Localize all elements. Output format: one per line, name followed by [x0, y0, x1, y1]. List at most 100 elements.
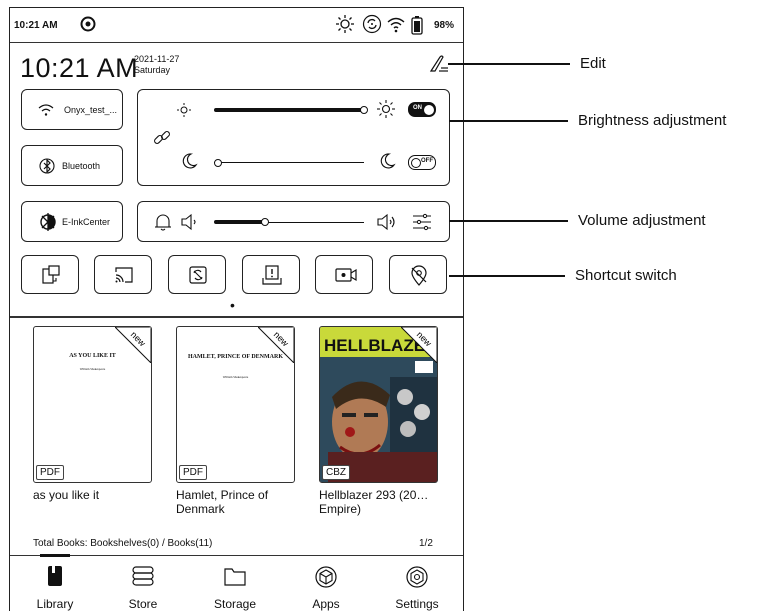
- cold-light-toggle[interactable]: OFF: [408, 155, 436, 170]
- nav-label: Apps: [312, 597, 340, 611]
- nav-label: Storage: [213, 597, 257, 611]
- book-cover-comic[interactable]: HELLBLAZER new CBZ: [319, 326, 438, 483]
- sound-settings-icon[interactable]: [412, 213, 432, 231]
- einkcenter-label: E-InkCenter: [62, 217, 111, 227]
- wifi-status-icon: [386, 14, 406, 34]
- nav-storage[interactable]: Storage: [205, 563, 265, 611]
- speaker-high-icon: [376, 213, 398, 231]
- bluetooth-icon: [39, 156, 55, 176]
- volume-slider[interactable]: [214, 218, 364, 226]
- book-title[interactable]: Hellblazer 293 (20… Empire): [319, 488, 449, 516]
- brightness-low-icon: [176, 102, 192, 118]
- brightness-high-icon: [376, 99, 396, 119]
- panel-divider: [10, 316, 463, 318]
- nav-label: Store: [128, 597, 158, 611]
- cold-high-moon-icon: [378, 152, 396, 170]
- shortcut-location-button[interactable]: [389, 255, 447, 294]
- format-badge: CBZ: [322, 465, 350, 480]
- nav-store[interactable]: Store: [113, 563, 173, 611]
- bell-icon[interactable]: [154, 212, 172, 232]
- edit-callout-label: Edit: [580, 55, 606, 72]
- warm-light-slider[interactable]: [214, 106, 368, 114]
- nav-divider: [10, 555, 463, 556]
- cold-light-knob[interactable]: [214, 158, 222, 167]
- brightness-panel: ON OFF: [137, 89, 450, 186]
- new-corner-ribbon: new: [115, 327, 151, 363]
- shortcut-feedback-button[interactable]: [242, 255, 300, 294]
- edit-icon[interactable]: [428, 54, 450, 74]
- new-corner-ribbon: new: [401, 327, 437, 363]
- settings-icon: [406, 566, 428, 588]
- warm-light-toggle[interactable]: ON: [408, 102, 436, 117]
- battery-percent: 98%: [434, 20, 455, 31]
- cold-low-moon-icon: [180, 152, 198, 170]
- shortcut-callout-label: Shortcut switch: [575, 267, 677, 284]
- device-screen: 10:21 AM 98% 10:21 AM 2021-11-27 Saturda…: [9, 7, 464, 611]
- new-corner-ribbon: new: [258, 327, 294, 363]
- status-bar: 10:21 AM 98%: [10, 8, 463, 43]
- page-indicator-dot: •: [230, 297, 235, 313]
- page-number: 1/2: [419, 538, 433, 549]
- einkcenter-tile[interactable]: E-InkCenter: [21, 201, 123, 242]
- volume-knob[interactable]: [260, 218, 269, 226]
- cover-author: William Shakespeare: [79, 367, 106, 371]
- battery-icon: [411, 15, 423, 35]
- cast-icon: [114, 266, 134, 284]
- link-icon[interactable]: [152, 128, 172, 148]
- sync-app-icon: [80, 16, 96, 32]
- warm-toggle-knob: [424, 104, 434, 115]
- nav-label: Library: [36, 597, 74, 611]
- refresh-mode-icon: [188, 265, 208, 285]
- shortcut-screen-record-button[interactable]: [315, 255, 373, 294]
- shortcut-callout-line: [449, 275, 565, 277]
- nav-settings[interactable]: Settings: [387, 563, 447, 611]
- sync-status-icon: [362, 14, 382, 34]
- format-badge: PDF: [179, 465, 207, 480]
- shortcut-cast-button[interactable]: [94, 255, 152, 294]
- day-text: Saturday: [134, 65, 171, 75]
- wifi-label: Onyx_test_...: [64, 105, 118, 115]
- brightness-status-icon: [335, 14, 355, 34]
- book-title[interactable]: Hamlet, Prince of Denmark: [176, 488, 306, 516]
- book-cover[interactable]: AS YOU LIKE IT William Shakespeare new P…: [33, 326, 152, 483]
- book-title[interactable]: as you like it: [33, 488, 158, 502]
- shortcut-rotate-button[interactable]: [21, 255, 79, 294]
- location-off-icon: [409, 265, 429, 287]
- brightness-callout-label: Brightness adjustment: [578, 112, 727, 129]
- clock-time: 10:21 AM: [20, 53, 139, 83]
- cold-light-slider[interactable]: [214, 158, 364, 167]
- date-block: 2021-11-27 Saturday: [134, 54, 179, 76]
- wifi-icon: [38, 103, 54, 117]
- store-icon: [132, 566, 154, 586]
- nav-apps[interactable]: Apps: [296, 563, 356, 611]
- format-badge: PDF: [36, 465, 64, 480]
- bluetooth-label: Bluetooth: [62, 161, 101, 171]
- einkcenter-icon: [38, 212, 58, 232]
- cover-author: William Shakespeare: [222, 375, 249, 379]
- speaker-low-icon: [180, 213, 200, 231]
- status-time: 10:21 AM: [14, 20, 58, 31]
- bluetooth-tile[interactable]: Bluetooth: [21, 145, 123, 186]
- cold-toggle-label: OFF: [421, 158, 433, 164]
- brightness-callout-line: [449, 120, 568, 122]
- screen-record-icon: [335, 267, 357, 283]
- wifi-tile[interactable]: Onyx_test_...: [21, 89, 123, 130]
- edit-callout-line: [448, 63, 570, 65]
- book-cover[interactable]: HAMLET, PRINCE OF DENMARK William Shakes…: [176, 326, 295, 483]
- folder-icon: [224, 568, 246, 586]
- feedback-icon: [262, 264, 282, 286]
- volume-callout-label: Volume adjustment: [578, 212, 706, 229]
- warm-light-knob[interactable]: [359, 106, 368, 114]
- volume-empty-track: [263, 221, 364, 223]
- shortcut-refresh-button[interactable]: [168, 255, 226, 294]
- apps-cube-icon: [315, 566, 337, 588]
- nav-label: Settings: [395, 597, 439, 611]
- screen-rotate-icon: [41, 265, 61, 285]
- volume-panel: [137, 201, 450, 242]
- warm-toggle-label: ON: [413, 105, 422, 111]
- volume-filled-track: [214, 220, 264, 224]
- nav-library[interactable]: Library: [25, 563, 85, 611]
- library-summary: Total Books: Bookshelves(0) / Books(11): [33, 538, 213, 549]
- book-icon: [48, 566, 62, 586]
- date-text: 2021-11-27: [134, 54, 180, 64]
